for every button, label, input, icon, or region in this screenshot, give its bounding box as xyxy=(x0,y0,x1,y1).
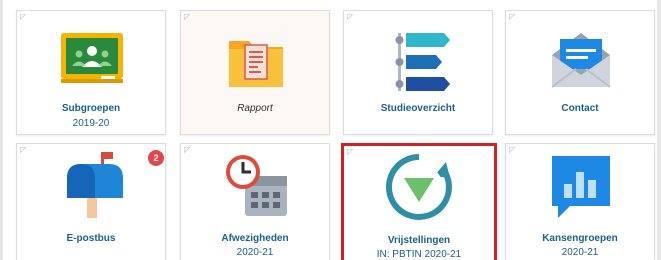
tile-label: E-postbus xyxy=(66,233,116,244)
tile-contact[interactable]: ◸ Contact xyxy=(505,10,655,135)
study-overview-icon xyxy=(395,33,450,91)
tile-label: Contact xyxy=(561,103,599,114)
pin-icon[interactable]: ◸ xyxy=(20,146,26,154)
tile-sublabel: 2020-21 xyxy=(561,247,599,258)
exemption-icon xyxy=(386,154,452,220)
tile-sublabel: 2020-21 xyxy=(236,247,274,258)
pin-icon[interactable]: ◸ xyxy=(509,13,515,21)
pin-icon[interactable]: ◸ xyxy=(184,13,190,21)
tile-sublabel: IN: PBTIN 2020-21 xyxy=(376,249,462,260)
tile-label: Rapport xyxy=(237,103,273,114)
tile-kansengroepen[interactable]: ◸ Kansengroepen 2020-21 xyxy=(505,143,655,260)
pin-icon[interactable]: ◸ xyxy=(20,13,26,21)
tile-e-postbus[interactable]: ◸ 2 E-postbus xyxy=(16,143,166,260)
tile-subgroepen[interactable]: ◸ Subgroepen 2019-20 xyxy=(16,10,166,135)
pin-icon[interactable]: ◸ xyxy=(347,148,353,156)
google-classroom-icon xyxy=(61,33,123,83)
tile-vrijstellingen[interactable]: ◸ Vrijstellingen IN: PBTIN 2020-21 xyxy=(341,143,497,260)
page-frame-right xyxy=(657,0,661,260)
tile-studieoverzicht[interactable]: ◸ Studieoverzicht xyxy=(343,10,493,135)
tile-label: Kansengroepen xyxy=(542,233,618,244)
pin-icon[interactable]: ◸ xyxy=(509,146,515,154)
page-frame-left xyxy=(0,0,3,260)
tile-label: Afwezigheden xyxy=(221,233,289,244)
pin-icon[interactable]: ◸ xyxy=(184,146,190,154)
tile-sublabel: 2019-20 xyxy=(72,118,110,129)
tile-label: Studieoverzicht xyxy=(380,103,456,114)
notification-badge: 2 xyxy=(148,150,164,166)
mailbox-icon xyxy=(67,152,123,218)
report-folder-icon xyxy=(229,41,283,87)
envelope-icon xyxy=(551,33,611,88)
tile-afwezigheden[interactable]: ◸ Afwezigheden 2020-21 xyxy=(180,143,330,260)
clock-calendar-icon xyxy=(226,155,287,216)
pin-icon[interactable]: ◸ xyxy=(347,13,353,21)
tile-label: Subgroepen xyxy=(61,103,121,114)
tile-rapport[interactable]: ◸ Rapport xyxy=(180,10,330,135)
tile-label: Vrijstellingen xyxy=(387,235,451,246)
chart-bubble-icon xyxy=(552,156,610,218)
